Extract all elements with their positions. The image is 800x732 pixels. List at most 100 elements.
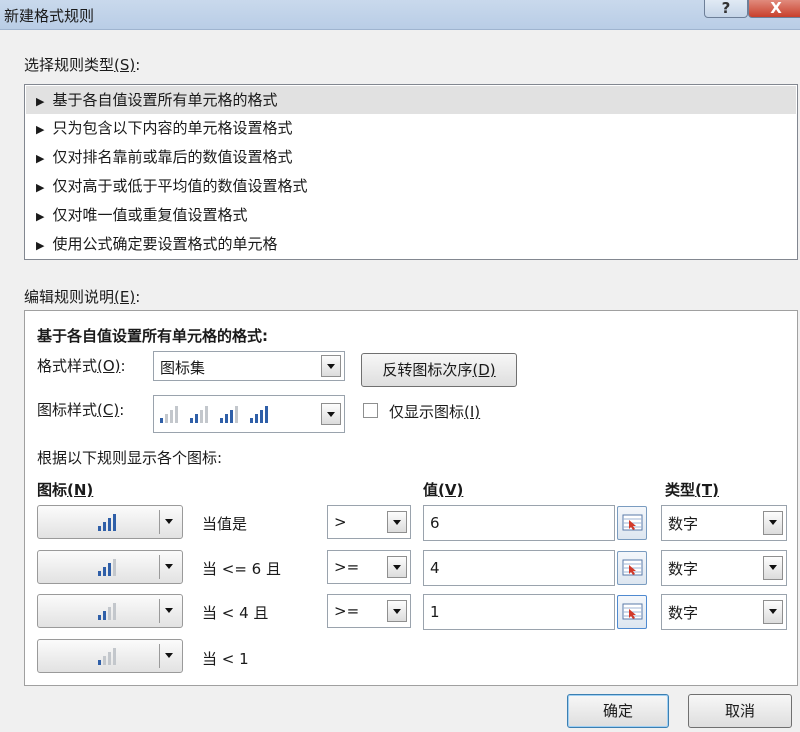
chevron-down-icon xyxy=(769,609,777,614)
signal-bar xyxy=(265,406,268,423)
dropdown-button[interactable] xyxy=(321,403,341,425)
icon-picker-row-4[interactable] xyxy=(37,639,183,673)
triangle-right-icon: ▶ xyxy=(36,95,45,108)
signal-bar xyxy=(205,406,208,423)
signal-bar xyxy=(255,414,258,423)
value-input-row-1[interactable]: 6 xyxy=(423,505,615,541)
rule-type-item-formula[interactable]: ▶ 使用公式确定要设置格式的单元格 xyxy=(26,230,796,258)
condition-label-row-2: 当 <= 6 且 xyxy=(202,560,281,578)
signal-bar xyxy=(98,526,101,531)
icon-picker-row-2[interactable] xyxy=(37,550,183,584)
chevron-down-icon xyxy=(165,564,173,569)
format-style-dropdown[interactable]: 图标集 xyxy=(153,351,345,381)
condition-label-row-4: 当 < 1 xyxy=(202,650,249,668)
operator-dropdown-row-2[interactable]: >= xyxy=(327,550,411,584)
rule-intro-text: 根据以下规则显示各个图标: xyxy=(37,449,223,467)
dropdown-button[interactable] xyxy=(763,556,783,580)
cell-reference-button-row-3[interactable] xyxy=(617,595,647,629)
edit-rule-label: 编辑规则说明(E): xyxy=(24,288,141,306)
operator-dropdown-row-1[interactable]: > xyxy=(327,505,411,539)
rule-type-list[interactable]: ▶ 基于各自值设置所有单元格的格式 ▶ 只为包含以下内容的单元格设置格式 ▶ 仅对排名… xyxy=(24,84,798,260)
chevron-down-icon xyxy=(393,520,401,525)
rule-type-item-label: 使用公式确定要设置格式的单元格 xyxy=(52,235,278,253)
new-format-rule-dialog: 新建格式规则 ? X 选择规则类型(S): ▶ 基于各自值设置所有单元格的格式 ▶… xyxy=(0,0,800,732)
type-dropdown-row-2[interactable]: 数字 xyxy=(661,550,787,586)
ok-button[interactable]: 确定 xyxy=(567,694,669,728)
title-bar: 新建格式规则 ? X xyxy=(0,0,800,30)
signal-bar xyxy=(113,559,116,576)
signal-bar xyxy=(190,418,193,423)
signal-bar xyxy=(108,563,111,576)
range-select-icon xyxy=(622,603,643,620)
signal-bar xyxy=(103,567,106,576)
show-icon-only-checkbox[interactable] xyxy=(363,403,378,418)
signal-bar xyxy=(113,514,116,531)
cancel-button[interactable]: 取消 xyxy=(688,694,792,728)
value-text: 4 xyxy=(430,559,440,577)
cell-reference-button-row-2[interactable] xyxy=(617,551,647,585)
dropdown-button[interactable] xyxy=(763,511,783,535)
close-button[interactable]: X xyxy=(748,0,800,18)
triangle-right-icon: ▶ xyxy=(36,210,45,223)
dropdown-button[interactable] xyxy=(387,600,407,622)
dropdown-button[interactable] xyxy=(387,556,407,578)
operator-value: > xyxy=(334,513,347,531)
type-value: 数字 xyxy=(668,515,699,533)
value-text: 6 xyxy=(430,514,440,532)
signal-bar xyxy=(103,611,106,620)
cell-reference-button-row-1[interactable] xyxy=(617,506,647,540)
rule-type-item-unique-duplicate[interactable]: ▶ 仅对唯一值或重复值设置格式 xyxy=(26,201,796,229)
help-button[interactable]: ? xyxy=(704,0,748,18)
type-dropdown-row-3[interactable]: 数字 xyxy=(661,594,787,630)
signal-bar xyxy=(98,660,101,665)
rule-type-item-label: 仅对唯一值或重复值设置格式 xyxy=(52,206,248,224)
signal-bar xyxy=(225,414,228,423)
dropdown-button[interactable] xyxy=(387,511,407,533)
chevron-down-icon xyxy=(327,364,335,369)
operator-value: >= xyxy=(334,602,360,620)
reverse-icon-order-button[interactable]: 反转图标次序(D) xyxy=(361,353,517,387)
signal-bar xyxy=(170,410,173,423)
signal-bars-icon xyxy=(98,559,116,576)
window-title: 新建格式规则 xyxy=(4,7,95,25)
icon-style-dropdown[interactable] xyxy=(153,395,345,433)
rule-type-item-average[interactable]: ▶ 仅对高于或低于平均值的数值设置格式 xyxy=(26,172,796,200)
operator-value: >= xyxy=(334,558,360,576)
chevron-down-icon xyxy=(165,653,173,658)
signal-bars-icon xyxy=(98,603,116,620)
signal-bars-icon xyxy=(250,406,268,423)
show-icon-only-label: 仅显示图标(I) xyxy=(389,403,481,421)
signal-bar xyxy=(98,615,101,620)
triangle-right-icon: ▶ xyxy=(36,152,45,165)
value-input-row-3[interactable]: 1 xyxy=(423,594,615,630)
signal-bar xyxy=(235,406,238,423)
signal-bars-icon-set xyxy=(160,406,268,423)
operator-dropdown-row-3[interactable]: >= xyxy=(327,594,411,628)
icon-picker-row-3[interactable] xyxy=(37,594,183,628)
signal-bar xyxy=(250,418,253,423)
type-dropdown-row-1[interactable]: 数字 xyxy=(661,505,787,541)
type-value: 数字 xyxy=(668,560,699,578)
signal-bar xyxy=(108,652,111,665)
icon-picker-row-1[interactable] xyxy=(37,505,183,539)
rule-type-item-top-bottom[interactable]: ▶ 仅对排名靠前或靠后的数值设置格式 xyxy=(26,143,796,171)
signal-bar xyxy=(103,522,106,531)
chevron-down-icon xyxy=(165,608,173,613)
signal-bar xyxy=(103,656,106,665)
signal-bar xyxy=(108,607,111,620)
signal-bar xyxy=(108,518,111,531)
rule-type-item-contains[interactable]: ▶ 只为包含以下内容的单元格设置格式 xyxy=(26,114,796,142)
range-select-icon xyxy=(622,559,643,576)
rule-type-item-each-value[interactable]: ▶ 基于各自值设置所有单元格的格式 xyxy=(26,86,796,114)
chevron-down-icon xyxy=(165,519,173,524)
triangle-right-icon: ▶ xyxy=(36,181,45,194)
dropdown-button[interactable] xyxy=(763,600,783,624)
signal-bar xyxy=(113,648,116,665)
icon-style-label: 图标样式(C): xyxy=(37,401,125,419)
rule-type-item-label: 基于各自值设置所有单元格的格式 xyxy=(52,91,278,109)
column-header-value: 值(V) xyxy=(423,481,464,499)
dropdown-button[interactable] xyxy=(321,355,341,377)
signal-bar xyxy=(195,414,198,423)
signal-bars-icon xyxy=(160,406,268,423)
value-input-row-2[interactable]: 4 xyxy=(423,550,615,586)
